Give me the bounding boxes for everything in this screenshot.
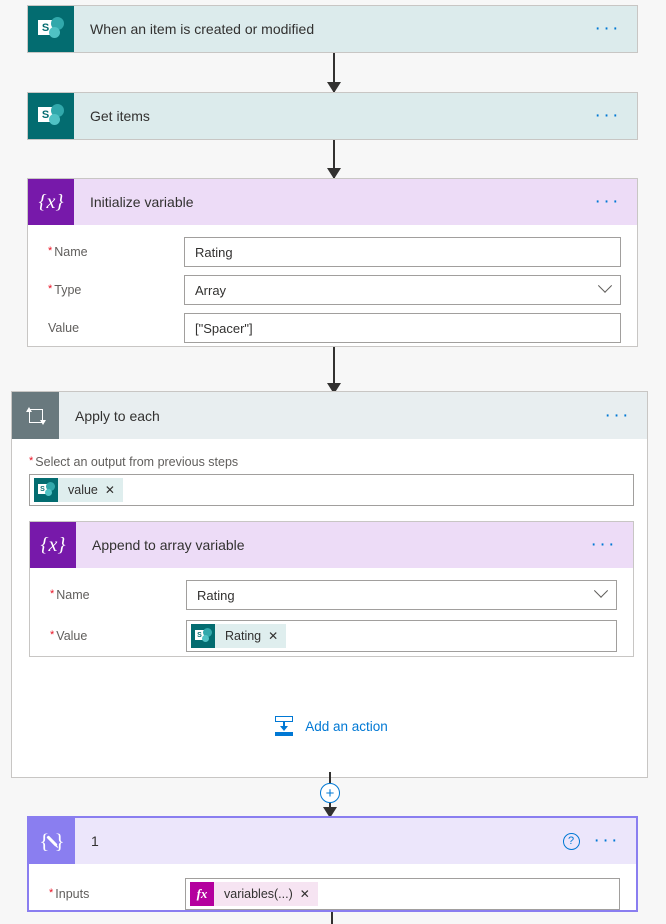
step-title: When an item is created or modified: [90, 21, 315, 37]
variable-braces-icon: {x}: [28, 179, 74, 225]
step-header[interactable]: {x} Append to array variable ···: [30, 522, 633, 568]
step-header[interactable]: S Get items ···: [28, 93, 637, 139]
field-label: * Value: [50, 629, 88, 643]
token-label: Rating: [225, 629, 262, 643]
insert-step-label: +: [325, 784, 335, 802]
append-name-dropdown[interactable]: Rating: [186, 580, 617, 610]
token-remove-icon[interactable]: ✕: [268, 629, 286, 643]
connector-line-bottom: [331, 912, 333, 924]
required-asterisk: *: [48, 283, 53, 295]
value-input[interactable]: ["Spacer"]: [184, 313, 621, 343]
field-label: * Name: [50, 588, 90, 602]
step-menu-icon[interactable]: ···: [605, 406, 631, 425]
flow-step-get-items[interactable]: S Get items ···: [27, 92, 638, 140]
token-chip-rating[interactable]: S Rating ✕: [191, 624, 287, 648]
help-icon[interactable]: ?: [562, 832, 580, 850]
header-actions: ···: [605, 406, 647, 425]
variable-braces-icon: {x}: [30, 522, 76, 568]
step-menu-icon[interactable]: ···: [595, 192, 621, 211]
step-header[interactable]: S When an item is created or modified ··…: [28, 6, 637, 52]
sharepoint-circle-small: [49, 114, 60, 125]
header-actions: ···: [591, 535, 633, 554]
sharepoint-icon: S: [28, 93, 74, 139]
header-actions: ···: [595, 106, 637, 125]
form-row-inputs: * Inputs fx variables(...) ✕: [45, 878, 620, 910]
step-title: Initialize variable: [90, 194, 194, 210]
type-dropdown-value: Array: [195, 282, 227, 298]
step-menu-icon[interactable]: ···: [595, 19, 621, 38]
connector-line: [329, 772, 331, 783]
value-input-value: ["Spacer"]: [195, 320, 253, 336]
form-row-name: * Name Rating: [44, 237, 621, 267]
step-header[interactable]: { } 1 ? ···: [29, 818, 636, 864]
name-input[interactable]: Rating: [184, 237, 621, 267]
required-asterisk: *: [29, 455, 34, 467]
flow-step-apply-to-each[interactable]: Apply to each ··· * Select an output from…: [11, 391, 648, 778]
field-label: Value: [48, 321, 80, 335]
sharepoint-icon: S: [28, 6, 74, 52]
field-label: * Type: [48, 283, 82, 297]
header-actions: ? ···: [562, 831, 636, 850]
append-value-input[interactable]: S Rating ✕: [186, 620, 617, 652]
flow-step-compose-1[interactable]: { } 1 ? ··· * Inputs fx variables(...) ✕: [27, 816, 638, 912]
flow-step-append-to-array-variable[interactable]: {x} Append to array variable ··· * Name R…: [29, 521, 634, 657]
form-row-name: * Name Rating: [46, 580, 617, 610]
append-name-value: Rating: [197, 587, 235, 603]
add-an-action-button[interactable]: Add an action: [12, 714, 649, 738]
sharepoint-icon: S: [191, 624, 215, 648]
step-header[interactable]: {x} Initialize variable ···: [28, 179, 637, 225]
token-chip-value[interactable]: S value ✕: [34, 478, 123, 502]
step-title: Apply to each: [75, 407, 160, 424]
step-menu-icon[interactable]: ···: [595, 106, 621, 125]
token-chip-expression[interactable]: fx variables(...) ✕: [190, 882, 318, 906]
add-an-action-label: Add an action: [305, 718, 388, 734]
token-label: variables(...): [224, 887, 293, 901]
loop-output-input[interactable]: S value ✕: [29, 474, 634, 506]
field-label: * Name: [48, 245, 88, 259]
required-asterisk: *: [49, 887, 54, 899]
loop-output-selector: * Select an output from previous steps S …: [29, 455, 634, 506]
required-asterisk: *: [48, 245, 53, 257]
step-header[interactable]: Apply to each ···: [12, 392, 647, 439]
flow-step-initialize-variable[interactable]: {x} Initialize variable ··· * Name Rating…: [27, 178, 638, 347]
form-row-value: * Value S Rating ✕: [46, 620, 617, 652]
insert-action-icon: [273, 716, 295, 736]
connector-arrow: [0, 140, 666, 179]
form-row-type: * Type Array: [44, 275, 621, 305]
form-row-value: Value ["Spacer"]: [44, 313, 621, 343]
type-dropdown[interactable]: Array: [184, 275, 621, 305]
token-remove-icon[interactable]: ✕: [105, 483, 123, 497]
loop-output-label: * Select an output from previous steps: [29, 455, 239, 469]
inputs-input[interactable]: fx variables(...) ✕: [185, 878, 620, 910]
required-asterisk: *: [50, 629, 55, 641]
token-remove-icon[interactable]: ✕: [300, 887, 318, 901]
sharepoint-circle-small: [49, 27, 60, 38]
field-label: * Inputs: [49, 887, 90, 901]
name-input-value: Rating: [195, 244, 233, 260]
fx-icon: fx: [190, 882, 214, 906]
step-title: 1: [91, 833, 99, 849]
step-menu-icon[interactable]: ···: [591, 535, 617, 554]
loop-arrow-up-icon: [25, 406, 32, 412]
step-title: Append to array variable: [92, 537, 245, 553]
token-label: value: [68, 483, 98, 497]
connector-with-insert: +: [0, 772, 666, 818]
flow-step-trigger[interactable]: S When an item is created or modified ··…: [27, 5, 638, 53]
chevron-down-icon[interactable]: [597, 278, 613, 293]
step-menu-icon[interactable]: ···: [594, 831, 620, 850]
header-actions: ···: [595, 19, 637, 38]
insert-step-button[interactable]: +: [320, 783, 340, 803]
required-asterisk: *: [50, 588, 55, 600]
loop-icon: [12, 392, 59, 439]
connector-arrow: [0, 53, 666, 93]
chevron-down-icon[interactable]: [593, 583, 609, 598]
header-actions: ···: [595, 192, 637, 211]
sharepoint-icon: S: [34, 478, 58, 502]
step-title: Get items: [90, 108, 150, 124]
loop-arrow-down-icon: [39, 419, 46, 425]
compose-pencil-icon: { }: [29, 818, 75, 864]
connector-arrow: [0, 347, 666, 394]
step-body: * Name Rating * Type Array Value ["Spacer"…: [28, 225, 637, 357]
step-body: * Name Rating * Value S Rating ✕: [30, 568, 633, 666]
